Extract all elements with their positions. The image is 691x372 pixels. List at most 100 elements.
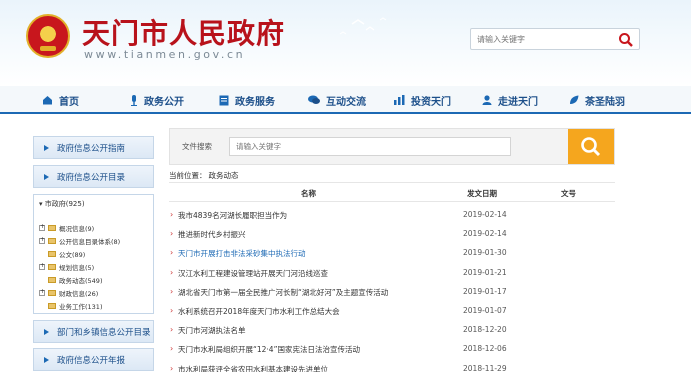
file-search-bar: 文件搜索	[169, 128, 615, 165]
article-title-link[interactable]: 汉江水利工程建设管理站开展天门河沿线巡查	[178, 268, 458, 279]
arrow-right-icon	[44, 144, 49, 151]
site-search-input[interactable]	[477, 29, 615, 49]
nav-item-label: 政务公开	[144, 96, 184, 108]
tree-node-label: 公文(89)	[59, 251, 86, 259]
sidebar-button-annual-report[interactable]: 政府信息公开年报	[33, 348, 154, 371]
table-row: › 湖北省天门市第一届全民推广河长制“湖北好河”及主题宣传活动 2019-01-17	[169, 283, 615, 302]
article-title-link[interactable]: 推进新时代乡村振兴	[178, 229, 458, 240]
nav-item-gov-services[interactable]: 政务服务	[219, 91, 275, 109]
tree-root[interactable]: ▾ 市政府(925)	[39, 199, 85, 209]
article-title-link[interactable]: 天门市河湖执法名单	[178, 325, 458, 336]
microphone-icon	[131, 94, 137, 106]
article-title-link[interactable]: 天门市开展打击非法采砂集中执法行动	[178, 248, 458, 259]
tree-node-label: 规划信息(5)	[59, 264, 95, 272]
breadcrumb-prefix: 当前位置：	[169, 171, 207, 180]
sidebar-button-label: 政府信息公开目录	[57, 172, 126, 183]
tree-node[interactable]: 公文(89)	[48, 248, 85, 260]
table-row: › 水利系统召开2018年度天门市水利工作总结大会 2019-01-07	[169, 302, 615, 321]
folder-icon	[48, 251, 56, 257]
article-date: 2018-11-29	[463, 363, 507, 372]
tree-node[interactable]: 规划信息(5)	[39, 261, 94, 273]
site-header: 天门市人民政府 www.tianmen.gov.cn	[0, 0, 691, 86]
nav-item-label: 茶圣陆羽	[585, 96, 625, 108]
catalog-tree: ▾ 市政府(925) 概况信息(9) 公开信息目录体系(8) 公文(89) 规划…	[33, 194, 154, 314]
table-row: › 汉江水利工程建设管理站开展天门河沿线巡查 2019-01-21	[169, 264, 615, 283]
nav-item-home[interactable]: 首页	[42, 91, 79, 109]
expand-icon	[39, 236, 45, 244]
table-row: › 我市4839名河湖长履职担当作为 2019-02-14	[169, 206, 615, 225]
file-search-button[interactable]	[568, 129, 614, 164]
tree-node-label: 政务动态(549)	[59, 277, 103, 285]
col-date-header: 发文日期	[467, 189, 497, 198]
search-icon	[581, 137, 601, 157]
sidebar-button-catalog[interactable]: 政府信息公开目录	[33, 165, 154, 188]
site-url: www.tianmen.gov.cn	[84, 48, 246, 61]
site-title: 天门市人民政府	[82, 17, 286, 50]
breadcrumb-current[interactable]: 政务动态	[209, 171, 239, 180]
bullet-icon: ›	[170, 267, 174, 277]
folder-icon	[48, 303, 56, 309]
tree-node-label: 概况信息(9)	[59, 225, 95, 233]
article-title-link[interactable]: 水利系统召开2018年度天门市水利工作总结大会	[178, 306, 458, 317]
page: 天门市人民政府 www.tianmen.gov.cn 首页 政务公开 政务服	[0, 0, 691, 372]
folder-icon	[48, 264, 56, 270]
arrow-right-icon	[44, 173, 49, 180]
nav-item-luyu[interactable]: 茶圣陆羽	[569, 91, 625, 109]
table-row: › 天门市开展打击非法采砂集中执法行动 2019-01-30	[169, 244, 615, 263]
chat-icon	[308, 95, 320, 104]
tree-node[interactable]: 业务工作(131)	[48, 300, 102, 312]
search-icon[interactable]	[617, 31, 635, 49]
folder-icon	[48, 238, 56, 244]
expand-icon	[39, 223, 45, 231]
article-date: 2018-12-06	[463, 344, 507, 354]
bullet-icon: ›	[170, 229, 174, 239]
table-row: › 推进新时代乡村振兴 2019-02-14	[169, 225, 615, 244]
col-number-header: 文号	[561, 189, 576, 198]
national-emblem-icon	[26, 14, 70, 58]
nav-item-gov-affairs[interactable]: 政务公开	[130, 91, 184, 109]
table-header: 名称 发文日期 文号	[169, 182, 615, 202]
tree-node[interactable]: 政务动态(549)	[48, 274, 102, 286]
article-title-link[interactable]: 湖北省天门市第一届全民推广河长制“湖北好河”及主题宣传活动	[178, 287, 458, 298]
user-icon	[482, 95, 492, 105]
arrow-right-icon	[44, 328, 49, 335]
tree-node-label: 公开信息目录体系(8)	[59, 238, 121, 246]
article-title-link[interactable]: 我市4839名河湖长履职担当作为	[178, 210, 458, 221]
arrow-right-icon	[44, 356, 49, 363]
tree-node-label: 业务工作(131)	[59, 303, 103, 311]
left-sidebar: 政府信息公开指南 政府信息公开目录 ▾ 市政府(925) 概况信息(9) 公开信…	[33, 133, 154, 372]
sidebar-button-departments[interactable]: 部门和乡镇信息公开目录	[33, 320, 154, 343]
nav-item-about[interactable]: 走进天门	[482, 91, 538, 109]
sidebar-button-label: 政府信息公开年报	[57, 355, 126, 366]
bullet-icon: ›	[170, 325, 174, 335]
tree-node[interactable]: 概况信息(9)	[39, 222, 94, 234]
birds-decoration-icon	[339, 17, 387, 35]
nav-item-invest[interactable]: 投资天门	[394, 91, 451, 109]
tree-node[interactable]: 公开信息目录体系(8)	[39, 235, 120, 247]
folder-icon	[48, 277, 56, 283]
sidebar-button-label: 部门和乡镇信息公开目录	[57, 327, 151, 338]
file-search-input[interactable]	[229, 137, 511, 156]
nav-item-label: 首页	[59, 96, 79, 108]
folder-icon	[48, 225, 56, 231]
bullet-icon: ›	[170, 248, 174, 258]
main-nav: 首页 政务公开 政务服务 互动交流 投资天门 走进天门 茶圣陆羽	[0, 86, 691, 114]
chart-icon	[394, 95, 405, 105]
sidebar-button-guide[interactable]: 政府信息公开指南	[33, 136, 154, 159]
nav-item-label: 投资天门	[411, 96, 451, 108]
bullet-icon: ›	[170, 306, 174, 315]
tree-root-label: 市政府(925)	[44, 200, 85, 208]
document-icon	[219, 95, 229, 105]
expand-icon	[39, 288, 45, 296]
nav-item-label: 互动交流	[326, 96, 366, 108]
nav-item-interaction[interactable]: 互动交流	[308, 91, 366, 109]
table-row: › 天门市河湖执法名单 2018-12-20	[169, 321, 615, 340]
article-title-link[interactable]: 市水利局获评全省农田水利基本建设先进单位	[178, 364, 458, 372]
tree-node-label: 财政信息(26)	[59, 290, 99, 298]
article-title-link[interactable]: 天门市水利局组织开展“12·4”国家宪法日法治宣传活动	[178, 344, 458, 355]
article-date: 2018-12-20	[463, 325, 507, 335]
col-title-header: 名称	[301, 189, 316, 198]
table-row: › 天门市水利局组织开展“12·4”国家宪法日法治宣传活动 2018-12-06	[169, 340, 615, 359]
bullet-icon: ›	[170, 363, 174, 372]
tree-node[interactable]: 财政信息(26)	[39, 287, 98, 299]
